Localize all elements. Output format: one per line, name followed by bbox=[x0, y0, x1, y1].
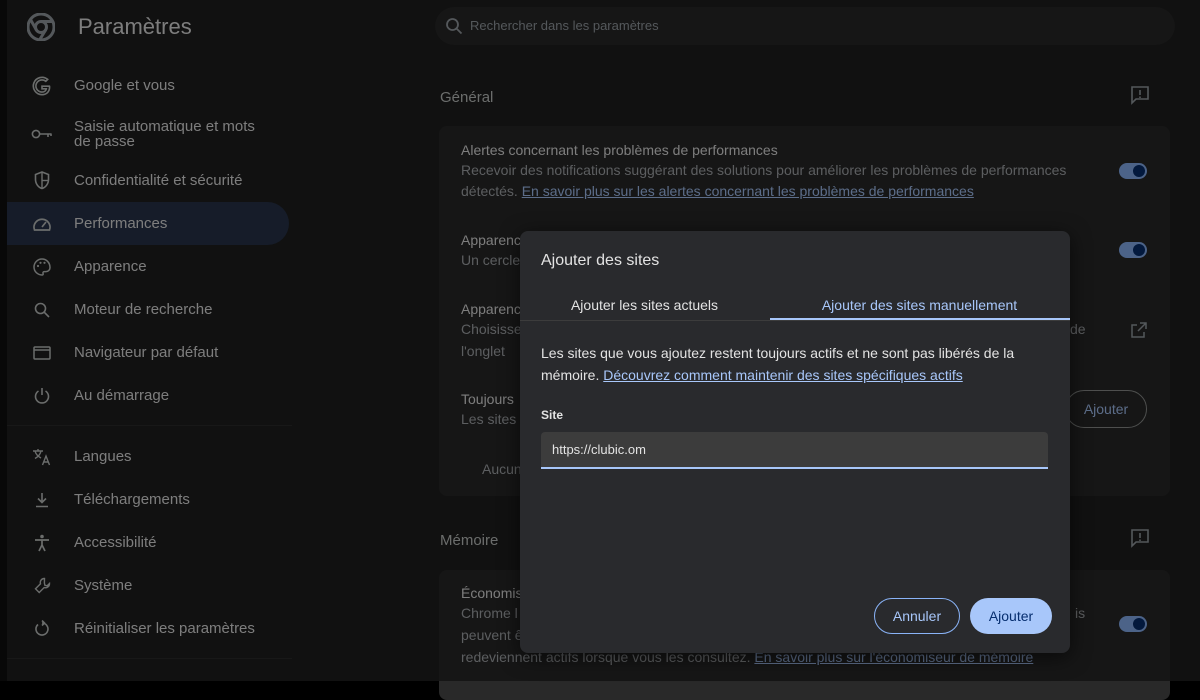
learn-more-link[interactable]: Découvrez comment maintenir des sites sp… bbox=[603, 367, 962, 383]
active-tab-indicator bbox=[770, 318, 1070, 320]
add-sites-dialog: Ajouter des sites Ajouter les sites actu… bbox=[520, 231, 1070, 653]
site-input[interactable] bbox=[541, 432, 1048, 469]
settings-window: Paramètres Google et vous Saisie automat… bbox=[0, 0, 1200, 700]
dialog-title: Ajouter des sites bbox=[541, 252, 660, 269]
dialog-description: Les sites que vous ajoutez restent toujo… bbox=[541, 342, 1051, 386]
tab-current-sites[interactable]: Ajouter les sites actuels bbox=[520, 289, 769, 320]
site-field-label: Site bbox=[541, 408, 564, 422]
tab-manual-sites[interactable]: Ajouter des sites manuellement bbox=[769, 289, 1070, 320]
tab-divider bbox=[520, 320, 1070, 321]
add-button[interactable]: Ajouter bbox=[970, 598, 1052, 634]
cancel-button[interactable]: Annuler bbox=[874, 598, 960, 634]
